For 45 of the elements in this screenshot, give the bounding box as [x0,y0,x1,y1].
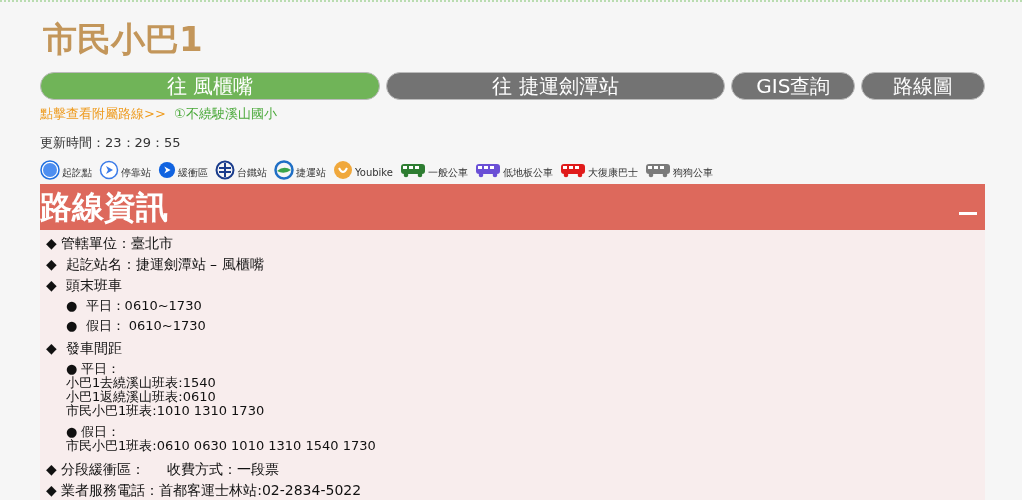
legend-label: Youbike [355,167,393,178]
section-header[interactable]: 路線資訊 [40,184,985,230]
legend-label: 大復康巴士 [587,165,638,180]
info-line: ◆ 分段緩衝區： 收費方式：一段票 [46,460,281,479]
arrow-circle-icon [158,161,176,179]
smile-icon [333,160,353,180]
legend-label: 停靠站 [121,165,151,180]
route-title: 市民小巴1 [42,18,204,61]
section-title: 路線資訊 [40,187,168,228]
arrow-circle-icon [99,160,119,180]
legend-label: 緩衝區 [178,165,208,180]
sub-route-link[interactable]: ①不繞駛溪山國小 [173,106,277,121]
collapse-icon[interactable] [959,211,977,215]
legend-label: 台鐵站 [237,165,267,180]
bus-icon [559,162,586,178]
info-line: ◆ 發車間距 [46,339,123,358]
legend-label: 低地板公車 [502,165,553,180]
info-line: ◆ 頭末班車 [46,276,123,295]
sub-route-prompt: 點擊查看附屬路線>> [40,106,166,121]
info-line: 市民小巴1班表:0610 0630 1010 1310 1540 1730 [65,439,377,453]
bus-icon [399,162,426,178]
legend-label: 捷運站 [296,165,326,180]
bus-icon [644,162,671,178]
legend-label: 一般公車 [427,165,468,180]
update-time: 更新時間：23：29：55 [40,134,182,152]
info-line: 市民小巴1班表:1010 1310 1730 [65,404,266,418]
info-line: ◆ 管轄單位：臺北市 [46,234,175,253]
info-line: 小巴1去繞溪山班表:1540 [65,376,217,390]
route-tab[interactable]: GIS查詢 [731,72,856,100]
metro-icon [274,160,294,180]
route-tab[interactable]: 往 風櫃嘴 [40,72,380,100]
route-tab[interactable]: 路線圖 [861,72,985,100]
info-line: ◆ 起訖站名：捷運劍潭站 – 風櫃嘴 [46,255,265,274]
info-line: ● 平日：0610~1730 [65,297,203,315]
bus-icon [474,162,501,178]
info-line: ● 平日： [65,361,122,376]
circle-icon [40,160,60,180]
legend-label: 起訖點 [62,165,92,180]
legend-label: 狗狗公車 [672,165,713,180]
info-line: ● 假日： [65,424,122,439]
info-line: 小巴1返繞溪山班表:0610 [65,390,217,404]
info-line: ◆ 業者服務電話：首都客運士林站:02-2834-5022 [46,481,363,500]
info-line: ● 假日： 0610~1730 [65,317,207,335]
rail-icon [215,160,235,180]
route-tab[interactable]: 往 捷運劍潭站 [385,72,726,100]
